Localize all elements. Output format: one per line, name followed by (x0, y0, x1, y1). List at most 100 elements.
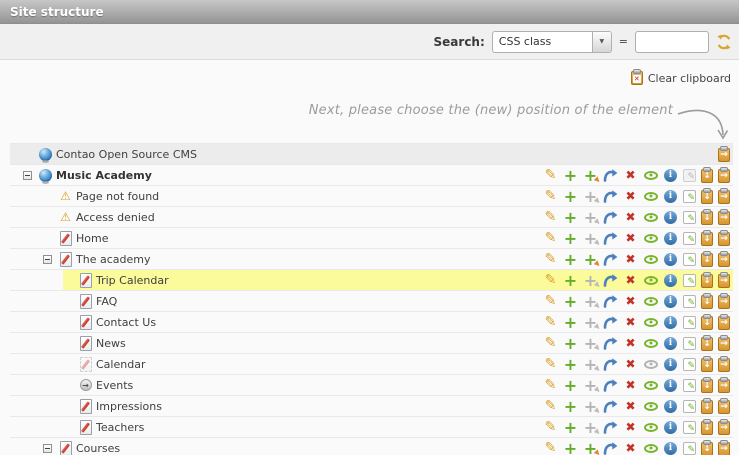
page-label[interactable]: Music Academy (56, 169, 152, 182)
search-input[interactable] (635, 31, 709, 53)
delete-icon[interactable] (623, 209, 638, 225)
visibility-icon[interactable] (643, 335, 658, 351)
paste-into-icon[interactable] (701, 295, 713, 309)
new-page-icon[interactable] (563, 377, 578, 393)
info-icon[interactable] (663, 419, 678, 435)
cut-icon[interactable] (603, 377, 618, 393)
visibility-icon[interactable] (643, 230, 658, 246)
new-page-icon[interactable] (563, 440, 578, 455)
page-label[interactable]: News (96, 337, 126, 350)
new-page-icon[interactable] (563, 335, 578, 351)
page-label[interactable]: Trip Calendar (96, 274, 169, 287)
articles-icon[interactable] (683, 316, 696, 329)
paste-after-icon[interactable] (718, 379, 730, 393)
info-icon[interactable] (663, 335, 678, 351)
edit-icon[interactable] (543, 335, 558, 351)
visibility-icon[interactable] (643, 356, 658, 372)
paste-into-icon[interactable] (701, 253, 713, 267)
delete-icon[interactable] (623, 167, 638, 183)
clear-clipboard-button[interactable]: Clear clipboard (0, 70, 731, 86)
cut-icon[interactable] (603, 356, 618, 372)
delete-icon[interactable] (623, 440, 638, 455)
edit-icon[interactable] (543, 398, 558, 414)
info-icon[interactable] (663, 377, 678, 393)
new-page-icon[interactable] (563, 188, 578, 204)
paste-after-icon[interactable] (718, 358, 730, 372)
cut-icon[interactable] (603, 188, 618, 204)
collapse-minus-icon[interactable] (43, 255, 52, 264)
paste-after-icon[interactable] (718, 295, 730, 309)
delete-icon[interactable] (623, 356, 638, 372)
paste-after-icon[interactable] (718, 400, 730, 414)
edit-icon[interactable] (543, 251, 558, 267)
paste-into-icon[interactable] (701, 421, 713, 435)
paste-into-icon[interactable] (718, 148, 730, 162)
edit-icon[interactable] (543, 272, 558, 288)
edit-icon[interactable] (543, 188, 558, 204)
paste-into-icon[interactable] (701, 379, 713, 393)
page-label[interactable]: The academy (76, 253, 150, 266)
copy-with-subpages-icon[interactable] (583, 188, 598, 204)
new-page-icon[interactable] (563, 398, 578, 414)
copy-with-subpages-icon[interactable] (583, 251, 598, 267)
chevron-down-icon[interactable] (592, 32, 611, 52)
page-label[interactable]: Events (96, 379, 133, 392)
paste-after-icon[interactable] (718, 316, 730, 330)
paste-after-icon[interactable] (718, 421, 730, 435)
info-icon[interactable] (663, 293, 678, 309)
info-icon[interactable] (663, 230, 678, 246)
paste-into-icon[interactable] (701, 190, 713, 204)
new-page-icon[interactable] (563, 314, 578, 330)
page-label[interactable]: Impressions (96, 400, 162, 413)
refresh-icon[interactable] (716, 34, 732, 50)
cut-icon[interactable] (603, 314, 618, 330)
info-icon[interactable] (663, 440, 678, 455)
collapse-minus-icon[interactable] (23, 171, 32, 180)
cut-icon[interactable] (603, 167, 618, 183)
edit-icon[interactable] (543, 293, 558, 309)
visibility-icon[interactable] (643, 272, 658, 288)
delete-icon[interactable] (623, 377, 638, 393)
delete-icon[interactable] (623, 272, 638, 288)
new-page-icon[interactable] (563, 356, 578, 372)
info-icon[interactable] (663, 251, 678, 267)
page-label[interactable]: Calendar (96, 358, 145, 371)
new-page-icon[interactable] (563, 293, 578, 309)
info-icon[interactable] (663, 188, 678, 204)
articles-icon[interactable] (683, 379, 696, 392)
copy-with-subpages-icon[interactable] (583, 377, 598, 393)
delete-icon[interactable] (623, 230, 638, 246)
page-label[interactable]: Contao Open Source CMS (56, 148, 197, 161)
copy-with-subpages-icon[interactable] (583, 356, 598, 372)
delete-icon[interactable] (623, 398, 638, 414)
visibility-icon[interactable] (643, 398, 658, 414)
paste-after-icon[interactable] (718, 169, 730, 183)
cut-icon[interactable] (603, 419, 618, 435)
page-label[interactable]: Contact Us (96, 316, 156, 329)
edit-icon[interactable] (543, 209, 558, 225)
cut-icon[interactable] (603, 209, 618, 225)
paste-after-icon[interactable] (718, 274, 730, 288)
page-label[interactable]: Teachers (96, 421, 144, 434)
delete-icon[interactable] (623, 251, 638, 267)
articles-icon[interactable] (683, 211, 696, 224)
edit-icon[interactable] (543, 377, 558, 393)
visibility-icon[interactable] (643, 188, 658, 204)
copy-with-subpages-icon[interactable] (583, 335, 598, 351)
paste-after-icon[interactable] (718, 190, 730, 204)
edit-icon[interactable] (543, 356, 558, 372)
visibility-icon[interactable] (643, 251, 658, 267)
paste-into-icon[interactable] (701, 337, 713, 351)
delete-icon[interactable] (623, 293, 638, 309)
cut-icon[interactable] (603, 251, 618, 267)
visibility-icon[interactable] (643, 440, 658, 455)
collapse-minus-icon[interactable] (43, 444, 52, 453)
new-page-icon[interactable] (563, 419, 578, 435)
delete-icon[interactable] (623, 419, 638, 435)
new-page-icon[interactable] (563, 209, 578, 225)
paste-after-icon[interactable] (718, 337, 730, 351)
delete-icon[interactable] (623, 188, 638, 204)
articles-icon[interactable] (683, 358, 696, 371)
copy-with-subpages-icon[interactable] (583, 314, 598, 330)
info-icon[interactable] (663, 167, 678, 183)
